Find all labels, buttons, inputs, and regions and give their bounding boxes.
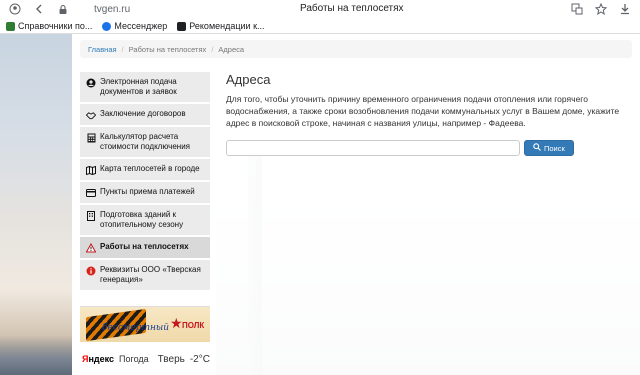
bookmark-label: Справочники по... xyxy=(18,21,93,31)
lock-icon xyxy=(56,2,70,16)
back-icon[interactable] xyxy=(32,2,46,16)
breadcrumb-section-link[interactable]: Работы на теплосетях xyxy=(129,45,207,54)
translate-icon[interactable] xyxy=(570,2,584,16)
messenger-icon xyxy=(102,21,112,31)
profile-icon[interactable] xyxy=(8,2,22,16)
sidebar-item-calculator[interactable]: Калькулятор расчета стоимости подключени… xyxy=(80,127,210,159)
weather-widget[interactable]: Яндекс Погода Тверь -2°C xyxy=(80,348,210,370)
sidebar-item-payment-points[interactable]: Пункты приема платежей xyxy=(80,182,210,205)
credit-card-icon xyxy=(86,188,96,198)
immortal-regiment-banner[interactable]: бессмертный ★ ПОЛК xyxy=(80,306,210,342)
sidebar-item-label: Подготовка зданий к отопительному сезону xyxy=(100,210,184,229)
search-button-label: Поиск xyxy=(544,143,565,153)
breadcrumb-separator: / xyxy=(211,44,214,54)
user-circle-icon xyxy=(86,78,96,88)
tab-title: Работы на теплосетях xyxy=(300,3,404,14)
yandex-logo-rest: ндекс xyxy=(88,354,115,364)
browser-actions xyxy=(570,2,632,16)
main-container: Главная / Работы на теплосетях / Адреса … xyxy=(72,34,640,375)
browser-chrome: tvgen.ru Работы на теплосетях Справочник… xyxy=(0,0,640,34)
bookmark-favicon-icon xyxy=(6,21,15,31)
map-icon xyxy=(86,165,96,175)
sidebar-item-label: Работы на теплосетях xyxy=(100,242,189,251)
bookmark-label: Рекомендации к... xyxy=(189,21,265,31)
page-title: Адреса xyxy=(226,72,271,87)
calculator-icon xyxy=(86,133,96,143)
sidebar-item-label: Реквизиты ООО «Тверская генерация» xyxy=(100,265,201,284)
banner-polk-text: ПОЛК xyxy=(182,321,205,330)
sidebar-item-electronic-submission[interactable]: Электронная подача документов и заявок xyxy=(80,72,210,104)
red-star-icon: ★ xyxy=(170,315,183,331)
sidebar-item-heating-season-prep[interactable]: Подготовка зданий к отопительному сезону xyxy=(80,205,210,237)
sidebar-item-heat-network-map[interactable]: Карта теплосетей в городе xyxy=(80,159,210,182)
bookmark-label: Мессенджер xyxy=(114,21,168,31)
banner-script-text: бессмертный xyxy=(102,323,170,333)
weather-city: Тверь xyxy=(157,353,185,365)
breadcrumb-home-link[interactable]: Главная xyxy=(88,45,117,54)
handshake-icon xyxy=(86,110,96,120)
background-photo xyxy=(0,34,72,375)
bookmark-star-icon[interactable] xyxy=(594,2,608,16)
search-button[interactable]: Поиск xyxy=(524,140,574,156)
page-description: Для того, чтобы уточнить причину временн… xyxy=(226,94,620,128)
sidebar-item-label: Электронная подача документов и заявок xyxy=(100,77,177,96)
content-area: Адреса Для того, чтобы уточнить причину … xyxy=(226,72,634,156)
nav-controls xyxy=(8,2,70,16)
sidebar-item-label: Калькулятор расчета стоимости подключени… xyxy=(100,132,190,151)
sidebar-item-requisites[interactable]: Реквизиты ООО «Тверская генерация» xyxy=(80,260,210,292)
sidebar-item-label: Карта теплосетей в городе xyxy=(100,164,200,173)
yandex-logo: Яндекс xyxy=(82,354,114,364)
weather-temperature: -2°C xyxy=(189,353,210,365)
downloads-icon[interactable] xyxy=(618,2,632,16)
building-icon xyxy=(86,211,96,221)
url-text: tvgen.ru xyxy=(94,3,131,15)
bookmark-item[interactable]: Мессенджер xyxy=(102,21,167,31)
recommendations-icon xyxy=(177,21,187,31)
bookmark-item[interactable]: Справочники по... xyxy=(6,21,92,31)
address-row: tvgen.ru Работы на теплосетях xyxy=(0,0,640,18)
page: Главная / Работы на теплосетях / Адреса … xyxy=(0,34,640,375)
bookmark-item[interactable]: Рекомендации к... xyxy=(177,21,265,31)
weather-service-label: Погода xyxy=(119,354,149,364)
sidebar-menu: Электронная подача документов и заявок З… xyxy=(80,72,210,292)
sidebar-item-label: Пункты приема платежей xyxy=(100,187,195,196)
sidebar-item-contracts[interactable]: Заключение договоров xyxy=(80,104,210,127)
breadcrumb-separator: / xyxy=(121,44,124,54)
sidebar-item-heat-network-works[interactable]: Работы на теплосетях xyxy=(80,237,210,260)
info-icon xyxy=(86,266,96,276)
bookmarks-bar: Справочники по... Мессенджер Рекомендаци… xyxy=(0,18,640,34)
breadcrumb: Главная / Работы на теплосетях / Адреса xyxy=(80,40,632,58)
address-search-form: Поиск xyxy=(226,140,634,156)
warning-icon xyxy=(86,243,96,253)
sidebar-item-label: Заключение договоров xyxy=(100,109,186,118)
breadcrumb-current: Адреса xyxy=(218,44,245,54)
address-search-input[interactable] xyxy=(226,140,520,156)
search-icon xyxy=(533,143,541,153)
